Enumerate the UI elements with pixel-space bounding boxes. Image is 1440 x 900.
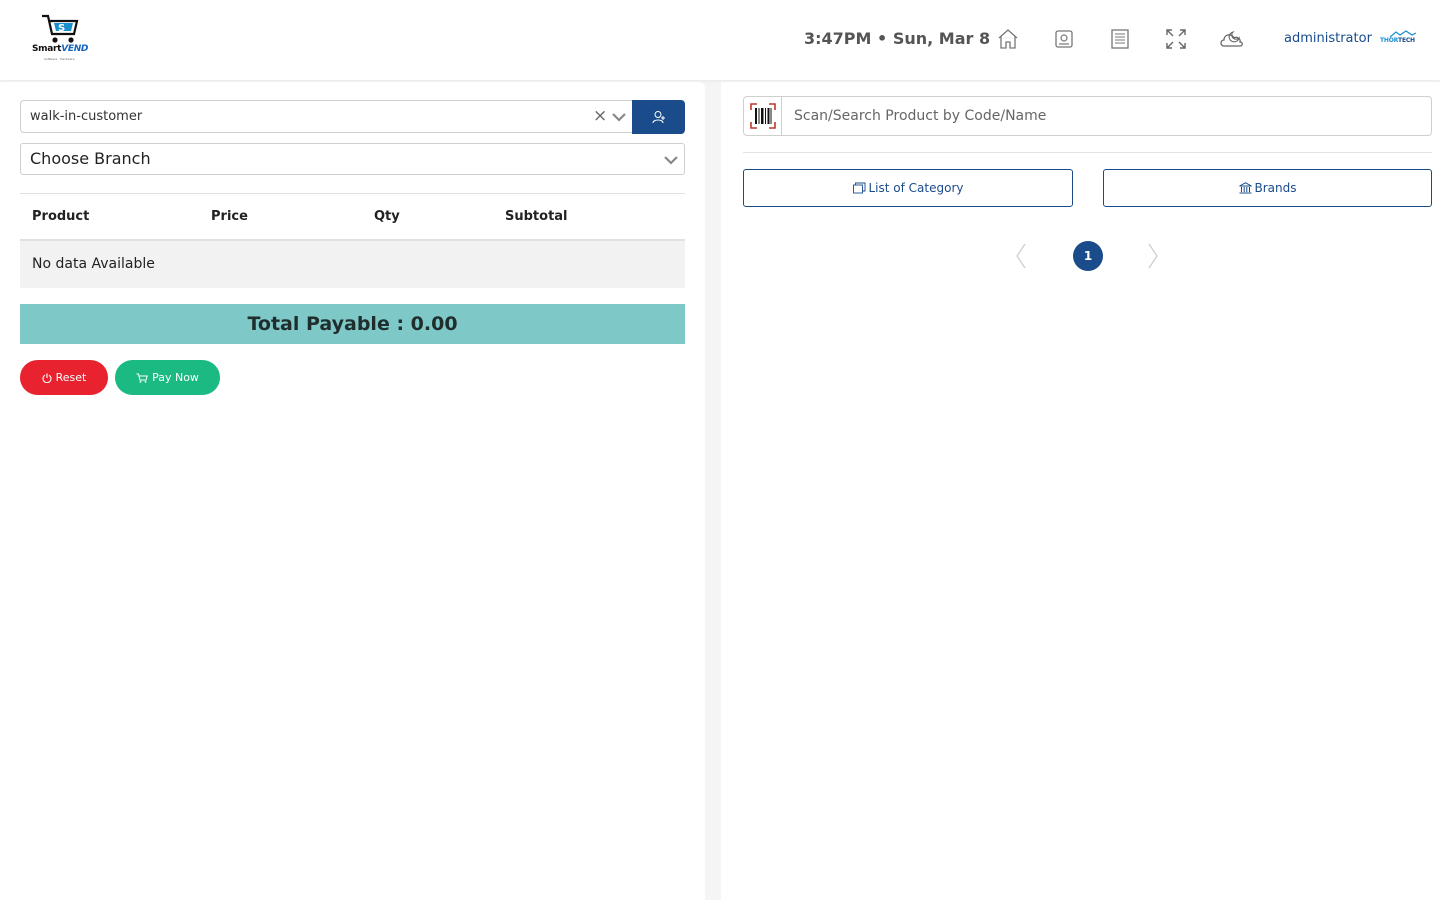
company-logo: THORTECH [1380,30,1417,48]
empty-message: No data Available [32,256,155,272]
logo-tagline: Software · Hardware [44,57,75,61]
username-menu[interactable]: administrator [1284,31,1372,46]
chevron-down-icon [664,156,678,165]
column-header-subtotal: Subtotal [505,209,568,224]
receipt-icon[interactable] [1107,26,1133,52]
pay-now-button[interactable]: Pay Now [115,360,220,395]
pos-icon[interactable] [1051,26,1077,52]
customer-select-value: walk-in-customer [30,109,143,124]
product-search-input[interactable] [781,96,1432,136]
column-header-price: Price [211,209,248,224]
cart-icon [136,373,148,383]
divider [20,193,685,194]
top-header: S SmartVEND Software · Hardware 3:47PM •… [0,0,1440,80]
category-icon [852,182,865,194]
list-of-category-button[interactable]: List of Category [743,169,1073,207]
customer-select[interactable]: walk-in-customer × [20,100,632,133]
smartvend-logo[interactable]: S SmartVEND Software · Hardware [30,12,90,66]
datetime-display: 3:47PM • Sun, Mar 8 [804,29,991,48]
add-customer-button[interactable] [632,100,685,134]
reset-button[interactable]: Reset [20,360,108,395]
pay-now-button-label: Pay Now [152,371,199,384]
pagination-prev-icon[interactable] [1015,242,1027,270]
reset-button-label: Reset [55,371,87,384]
home-icon[interactable] [995,26,1021,52]
pagination-page[interactable]: 1 [1073,241,1103,271]
list-of-category-label: List of Category [868,181,964,195]
table-empty-row: No data Available [20,241,685,288]
cart-icon: S [42,14,79,43]
company-logo-text: THORTECH [1380,37,1415,44]
barcode-icon [743,96,782,136]
user-add-icon [652,111,665,124]
total-payable-text: Total Payable : 0.00 [247,313,458,335]
svg-text:S: S [58,23,65,34]
theme-icon[interactable] [1219,26,1245,52]
total-payable-bar: Total Payable : 0.00 [20,304,685,344]
column-header-product: Product [32,209,90,224]
clear-icon[interactable]: × [593,106,607,126]
column-header-qty: Qty [374,209,400,224]
brands-label: Brands [1254,181,1297,195]
fullscreen-icon[interactable] [1163,26,1189,52]
branch-select[interactable]: Choose Branch [20,143,685,175]
bank-icon [1238,182,1252,194]
logo-text: SmartVEND [32,44,89,54]
cart-panel: walk-in-customer × Choose Branch Product… [0,82,705,900]
chevron-down-icon[interactable] [611,110,627,124]
divider [743,152,1432,153]
branch-select-value: Choose Branch [30,149,151,168]
brands-button[interactable]: Brands [1103,169,1432,207]
power-icon [42,373,52,383]
product-panel: List of Category Brands 1 [721,82,1440,900]
pagination-next-icon[interactable] [1147,242,1159,270]
